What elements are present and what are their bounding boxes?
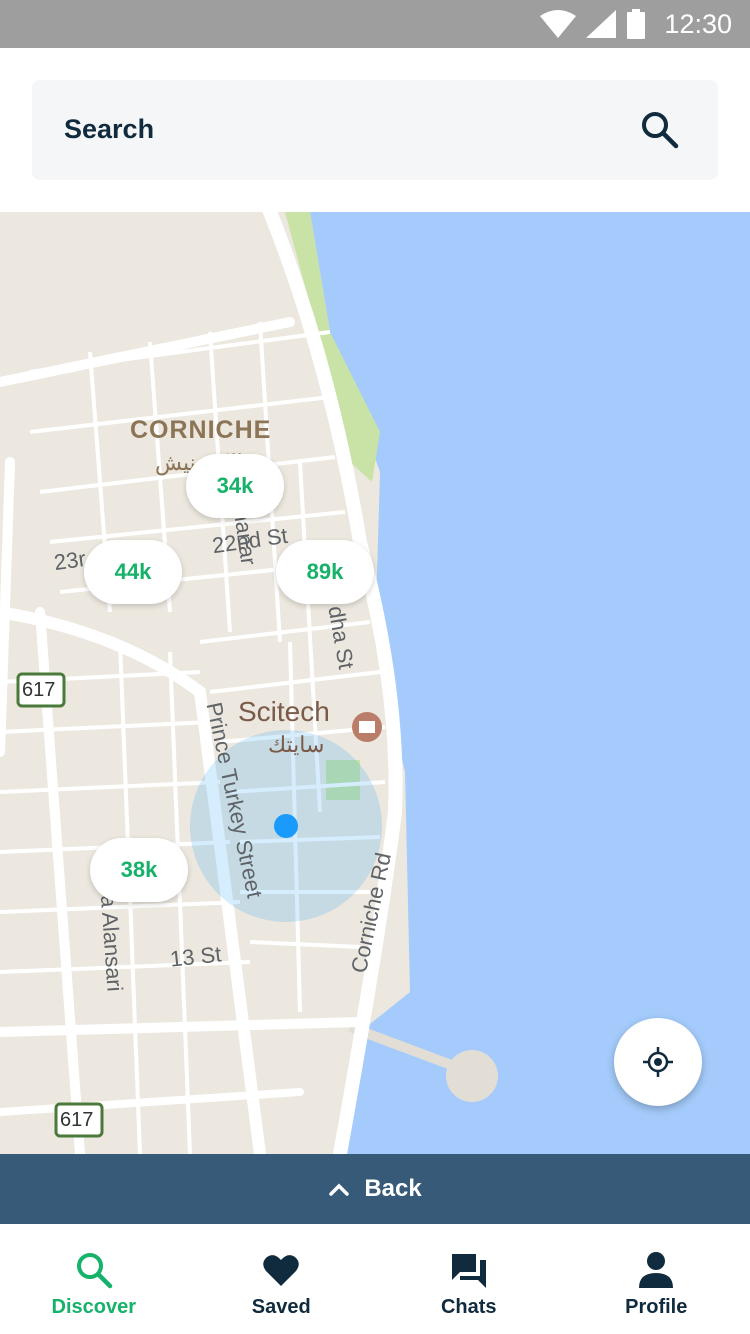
poi-label[interactable]: Scitech [238, 696, 330, 728]
pier-end [446, 1050, 498, 1102]
price-pin-label: 89k [306, 559, 344, 584]
back-bar[interactable]: Back [0, 1154, 750, 1224]
chat-icon [451, 1254, 486, 1288]
map-canvas[interactable] [0, 212, 750, 1154]
status-icons: 12:30 [540, 0, 732, 48]
price-pin-label: 34k [216, 473, 254, 498]
user-location-dot [274, 814, 298, 838]
battery-icon [627, 9, 646, 39]
signal-icon [586, 10, 617, 38]
sea-area [310, 212, 750, 1154]
crosshair-icon [643, 1047, 673, 1077]
price-pin[interactable]: 44k [84, 540, 182, 604]
price-pin[interactable]: 34k [186, 454, 284, 518]
search-placeholder: Search [64, 114, 155, 144]
nav-item-profile[interactable]: Profile [563, 1224, 750, 1334]
street-label-13: 13 St [168, 941, 223, 972]
district-label: CORNICHE [130, 416, 272, 444]
nav-label-chats: Chats [440, 1296, 497, 1318]
price-pin[interactable]: 89k [276, 540, 374, 604]
route-label-617-a: 617 [22, 679, 56, 701]
person-icon [639, 1252, 674, 1288]
search-icon[interactable] [638, 108, 682, 152]
my-location-button[interactable] [614, 1018, 702, 1106]
status-time: 12:30 [664, 8, 732, 39]
map-view[interactable]: CORNICHE الكورنيش Scitech سايتك Almanar … [0, 212, 750, 1154]
nav-label-saved: Saved [251, 1296, 311, 1318]
back-label: Back [364, 1175, 422, 1202]
status-bar: 12:30 [0, 0, 750, 48]
nav-label-profile: Profile [625, 1296, 688, 1318]
poi-label-ar: سايتك [268, 732, 325, 757]
route-label-617-b: 617 [60, 1109, 94, 1131]
app-screen: 12:30 Search CORNICHE Scitech سايتك Alma… [0, 0, 750, 1334]
nav-item-chats[interactable]: Chats [375, 1224, 563, 1334]
heart-icon [263, 1255, 300, 1286]
nav-item-discover[interactable]: Discover [0, 1224, 188, 1334]
wifi-icon [540, 10, 577, 38]
street-label-23rd: 23r [52, 545, 88, 576]
search-input[interactable]: Search [32, 80, 718, 180]
price-pin-label: 44k [114, 559, 152, 584]
chevron-up-icon [329, 1183, 350, 1196]
price-pin-label: 38k [120, 857, 158, 882]
price-pin[interactable]: 38k [90, 838, 188, 902]
search-icon [76, 1253, 112, 1289]
search-header: Search [0, 48, 750, 212]
bottom-navigation: Discover Saved Chats Profile [0, 1224, 750, 1334]
nav-label-discover: Discover [51, 1296, 137, 1318]
nav-item-saved[interactable]: Saved [188, 1224, 376, 1334]
